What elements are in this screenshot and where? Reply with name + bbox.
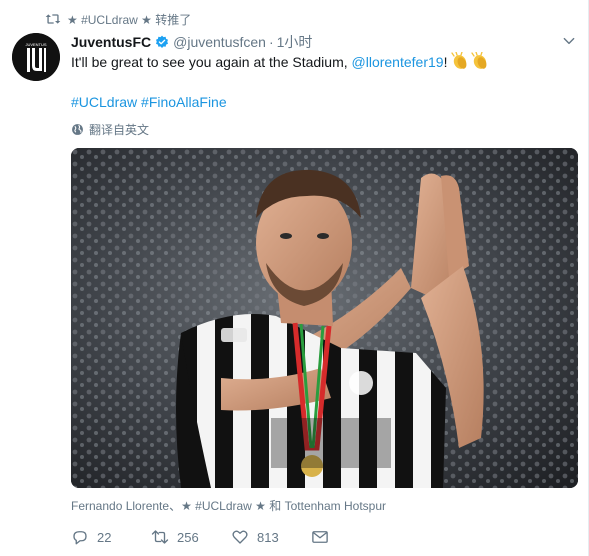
retweet-context-label: ★ #UCLdraw ★ 转推了 bbox=[67, 12, 192, 27]
tweet-header: JuventusFC @juventusfcen · 1小时 bbox=[71, 32, 568, 52]
avatar-brand-text: JUVENTUS bbox=[25, 42, 46, 47]
reply-count: 22 bbox=[97, 529, 112, 545]
retweet-icon bbox=[45, 14, 61, 24]
author-name[interactable]: JuventusFC bbox=[71, 34, 151, 50]
hashtags: #UCLdraw #FinoAllaFine bbox=[71, 92, 227, 112]
reply-icon bbox=[73, 531, 87, 545]
juventus-logo: JUVENTUS bbox=[12, 33, 60, 81]
photo-of-player-applauding bbox=[71, 148, 578, 488]
globe-icon bbox=[72, 123, 83, 135]
reply-button[interactable]: 22 bbox=[71, 528, 151, 546]
tweet-actions: 22 256 813 bbox=[71, 527, 341, 547]
separator-dot: · bbox=[268, 34, 274, 50]
retweet-count: 256 bbox=[177, 529, 199, 545]
tweet-text: It'll be great to see you again at the S… bbox=[71, 52, 568, 72]
heart-icon bbox=[232, 530, 248, 544]
verified-badge-icon bbox=[156, 35, 169, 48]
tweet-text-main: It'll be great to see you again at the S… bbox=[71, 54, 352, 70]
author-handle[interactable]: @juventusfcen bbox=[173, 34, 266, 50]
translate-tweet[interactable]: 翻译自英文 bbox=[71, 121, 149, 137]
tweet-text-end: ! bbox=[443, 54, 452, 70]
tweet-timestamp[interactable]: 1小时 bbox=[277, 32, 313, 52]
like-button[interactable]: 813 bbox=[231, 528, 311, 546]
retweet-button[interactable]: 256 bbox=[151, 528, 231, 546]
envelope-icon bbox=[312, 531, 328, 543]
retweet-context[interactable]: ★ #UCLdraw ★ 转推了 bbox=[45, 10, 191, 28]
tweet-card[interactable]: ★ #UCLdraw ★ 转推了 JUVENTUS JuventusFC @ju… bbox=[0, 0, 589, 556]
like-count: 813 bbox=[257, 529, 279, 545]
tagged-users[interactable]: Fernando Llorente、★ #UCLdraw ★ 和 Tottenh… bbox=[71, 498, 386, 514]
tweet-photo[interactable] bbox=[71, 148, 578, 488]
retweet-icon bbox=[151, 530, 169, 544]
hashtag-link-ucldraw[interactable]: #UCLdraw bbox=[71, 94, 137, 110]
avatar[interactable]: JUVENTUS bbox=[12, 33, 60, 81]
mention-link[interactable]: @llorentefer19 bbox=[352, 54, 444, 70]
translate-label: 翻译自英文 bbox=[89, 122, 150, 137]
clapping-hands-icon bbox=[451, 52, 487, 69]
chevron-down-icon[interactable] bbox=[562, 34, 576, 48]
hashtag-link-finoallafine[interactable]: #FinoAllaFine bbox=[141, 94, 227, 110]
direct-message-button[interactable] bbox=[311, 528, 341, 546]
